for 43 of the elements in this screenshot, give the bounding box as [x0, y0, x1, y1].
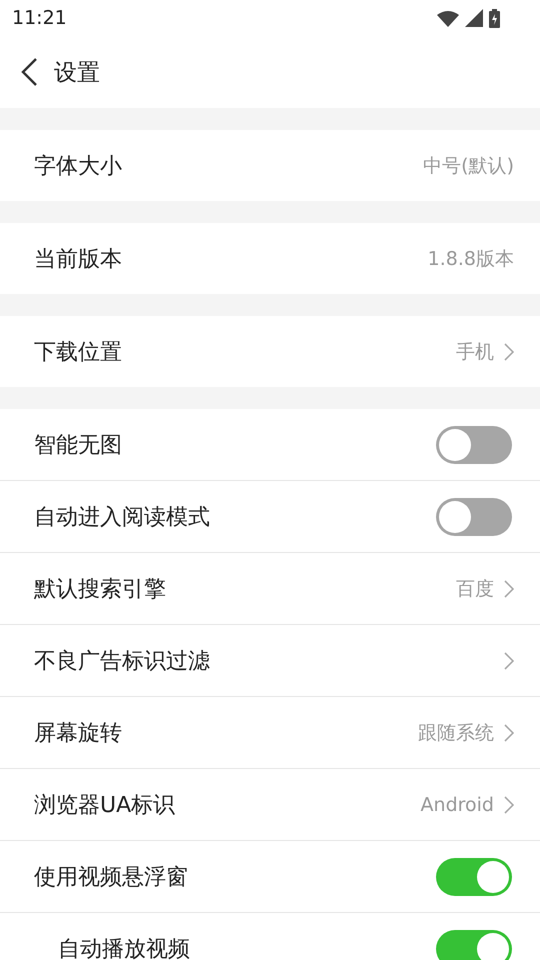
chevron-icon — [504, 342, 514, 360]
setting-label: 使用视频悬浮窗 — [34, 864, 189, 892]
toggle-switch[interactable] — [436, 498, 512, 536]
setting-label: 字体大小 — [34, 152, 123, 180]
setting-label: 默认搜索引擎 — [34, 576, 167, 604]
setting-label: 屏幕旋转 — [34, 720, 123, 748]
setting-value: 中号(默认) — [423, 154, 514, 178]
setting-value: 1.8.8版本 — [428, 246, 514, 272]
settings-row[interactable]: 浏览器UA标识 Android — [0, 768, 540, 840]
setting-value: 跟随系统 — [418, 720, 494, 746]
chevron-icon — [504, 652, 514, 670]
status-time: 11:21 — [12, 7, 67, 29]
chevron-icon — [504, 580, 514, 598]
setting-label: 自动进入阅读模式 — [34, 504, 211, 532]
setting-label: 当前版本 — [34, 246, 123, 274]
toggle-switch[interactable] — [436, 426, 512, 464]
setting-label: 智能无图 — [34, 432, 123, 460]
settings-row[interactable]: 下载位置 手机 — [0, 316, 540, 387]
setting-label: 自动播放视频 — [58, 936, 191, 960]
setting-value: 百度 — [456, 576, 494, 602]
settings-row[interactable]: 智能无图 — [0, 409, 540, 480]
wifi-icon — [437, 10, 459, 26]
chevron-icon — [504, 724, 514, 742]
setting-value: Android — [420, 794, 494, 816]
page-title: 设置 — [54, 58, 100, 88]
settings-row[interactable]: 不良广告标识过滤 — [0, 624, 540, 696]
settings-row[interactable]: 自动播放视频 — [0, 912, 540, 960]
setting-label: 下载位置 — [34, 338, 123, 366]
setting-value: 手机 — [456, 340, 494, 364]
signal-icon — [465, 9, 483, 27]
toggle-switch[interactable] — [436, 930, 512, 960]
settings-row[interactable]: 屏幕旋转 跟随系统 — [0, 696, 540, 768]
settings-row[interactable]: 自动进入阅读模式 — [0, 480, 540, 552]
settings-row[interactable]: 当前版本 1.8.8版本 — [0, 223, 540, 294]
settings-row[interactable]: 字体大小 中号(默认) — [0, 130, 540, 201]
settings-row[interactable]: 使用视频悬浮窗 — [0, 840, 540, 912]
chevron-icon — [504, 796, 514, 814]
toggle-switch[interactable] — [436, 858, 512, 896]
setting-label: 不良广告标识过滤 — [34, 648, 211, 676]
settings-row[interactable]: 默认搜索引擎 百度 — [0, 552, 540, 624]
setting-label: 浏览器UA标识 — [34, 792, 176, 820]
battery-icon — [489, 8, 500, 28]
back-icon[interactable] — [20, 57, 38, 87]
